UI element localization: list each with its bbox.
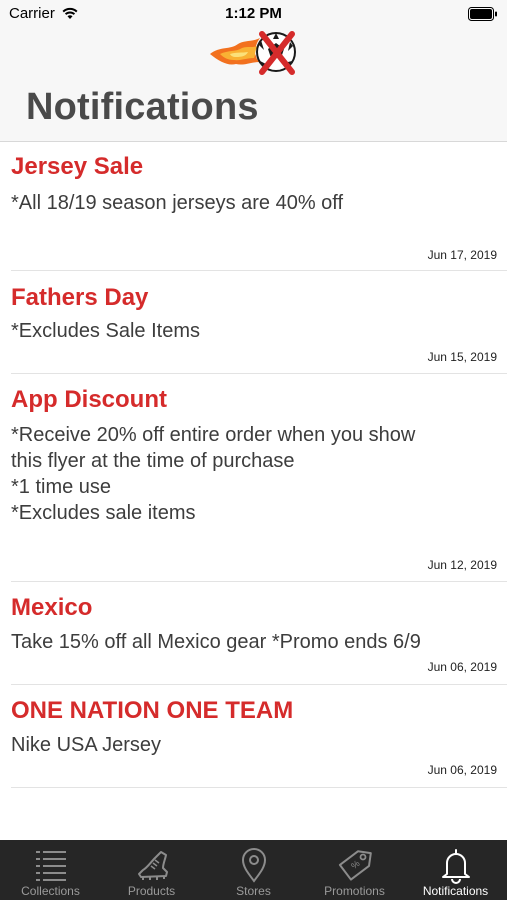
status-bar: Carrier 1:12 PM [0, 0, 507, 28]
svg-text:%: % [349, 858, 362, 871]
map-pin-icon [241, 848, 267, 883]
notification-body-line: *Receive 20% off entire order when you s… [11, 424, 416, 446]
notification-date: Jun 06, 2019 [427, 660, 497, 674]
notification-item[interactable]: Fathers Day *Excludes Sale Items Jun 15,… [0, 271, 507, 374]
cleat-icon [138, 851, 168, 880]
notification-body-line: *Excludes sale items [11, 502, 196, 524]
navigation-header: Notifications [0, 28, 507, 142]
notification-body-line: this flyer at the time of purchase [11, 450, 295, 472]
tab-bar: Collections Products Stores % Promotions [0, 840, 507, 900]
flaming-soccer-ball-logo-icon [210, 31, 296, 75]
notification-item[interactable]: Jersey Sale *All 18/19 season jerseys ar… [0, 143, 507, 271]
page-title: Notifications [26, 86, 259, 128]
tab-label: Notifications [422, 884, 489, 898]
notification-title: Jersey Sale [11, 153, 144, 180]
notification-title: App Discount [11, 386, 167, 413]
notification-title: Mexico [11, 594, 93, 621]
list-icon [36, 851, 66, 881]
tab-products[interactable]: Products [101, 840, 202, 900]
notifications-list[interactable]: Jersey Sale *All 18/19 season jerseys ar… [0, 143, 507, 840]
notification-body-line: *1 time use [11, 476, 112, 498]
notification-item[interactable]: ONE NATION ONE TEAM Nike USA Jersey Jun … [0, 685, 507, 788]
bell-icon [442, 849, 470, 884]
notification-body: Nike USA Jersey [11, 732, 491, 758]
tab-stores[interactable]: Stores [203, 840, 304, 900]
notification-date: Jun 17, 2019 [427, 248, 497, 262]
tab-notifications[interactable]: Notifications [405, 840, 506, 900]
row-separator [11, 787, 507, 788]
notification-body: *Receive 20% off entire order when you s… [11, 422, 491, 526]
notification-date: Jun 06, 2019 [427, 763, 497, 777]
notification-title: ONE NATION ONE TEAM [11, 697, 294, 724]
notification-body-line: Take 15% off all Mexico gear *Promo ends… [11, 631, 421, 653]
notification-body: Take 15% off all Mexico gear *Promo ends… [11, 629, 491, 655]
notification-body: *Excludes Sale Items [11, 318, 491, 344]
status-time: 1:12 PM [225, 5, 282, 22]
tab-promotions[interactable]: % Promotions [304, 840, 405, 900]
notification-body-line: *Excludes Sale Items [11, 320, 200, 342]
notification-body-line: Nike USA Jersey [11, 734, 162, 756]
battery-icon [468, 7, 497, 21]
tab-label: Collections [21, 884, 80, 898]
tag-icon: % [338, 850, 372, 881]
notification-body: *All 18/19 season jerseys are 40% off [11, 190, 491, 216]
notification-date: Jun 12, 2019 [427, 558, 497, 572]
notification-item[interactable]: App Discount *Receive 20% off entire ord… [0, 374, 507, 582]
notification-date: Jun 15, 2019 [427, 350, 497, 364]
tab-collections[interactable]: Collections [0, 840, 101, 900]
notification-title: Fathers Day [11, 284, 149, 311]
tab-label: Products [127, 884, 176, 898]
notification-body-line: *All 18/19 season jerseys are 40% off [11, 192, 344, 214]
tab-label: Promotions [324, 884, 385, 898]
notification-item[interactable]: Mexico Take 15% off all Mexico gear *Pro… [0, 582, 507, 685]
tab-label: Stores [236, 884, 271, 898]
